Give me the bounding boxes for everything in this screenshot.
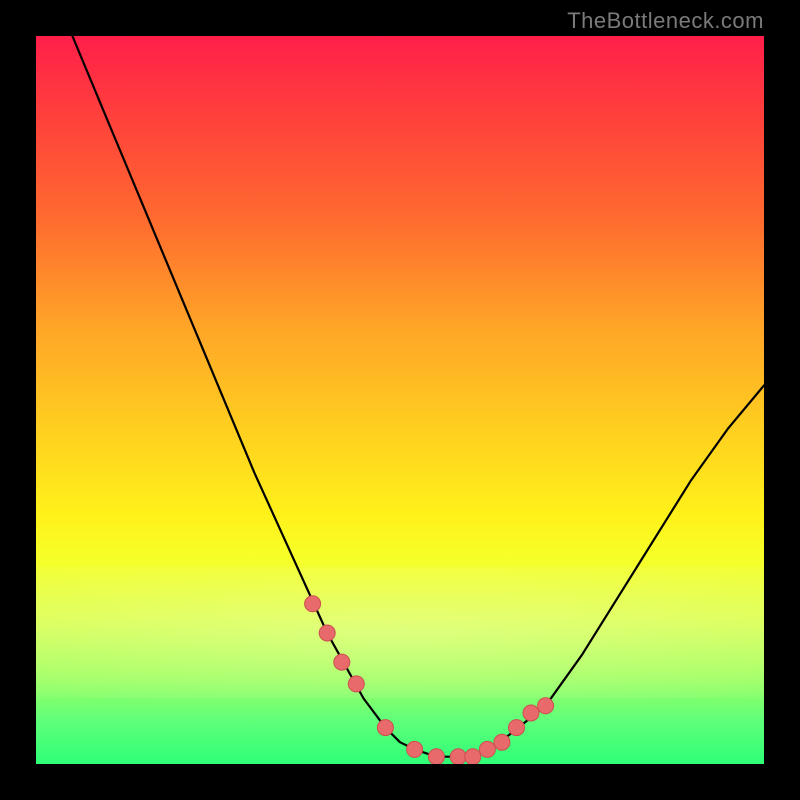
curve-marker	[428, 749, 444, 764]
chart-frame: TheBottleneck.com	[0, 0, 800, 800]
curve-markers	[305, 596, 554, 764]
curve-marker	[465, 749, 481, 764]
curve-marker	[348, 676, 364, 692]
plot-area	[36, 36, 764, 764]
curve-marker	[377, 720, 393, 736]
curve-marker	[305, 596, 321, 612]
curve-marker	[450, 749, 466, 764]
curve-marker	[509, 720, 525, 736]
curve-marker	[407, 741, 423, 757]
bottleneck-curve	[72, 36, 764, 757]
curve-marker	[494, 734, 510, 750]
curve-marker	[523, 705, 539, 721]
attribution-text: TheBottleneck.com	[567, 8, 764, 34]
curve-marker	[319, 625, 335, 641]
curve-marker	[334, 654, 350, 670]
curve-marker	[479, 741, 495, 757]
curve-marker	[538, 698, 554, 714]
chart-svg	[36, 36, 764, 764]
